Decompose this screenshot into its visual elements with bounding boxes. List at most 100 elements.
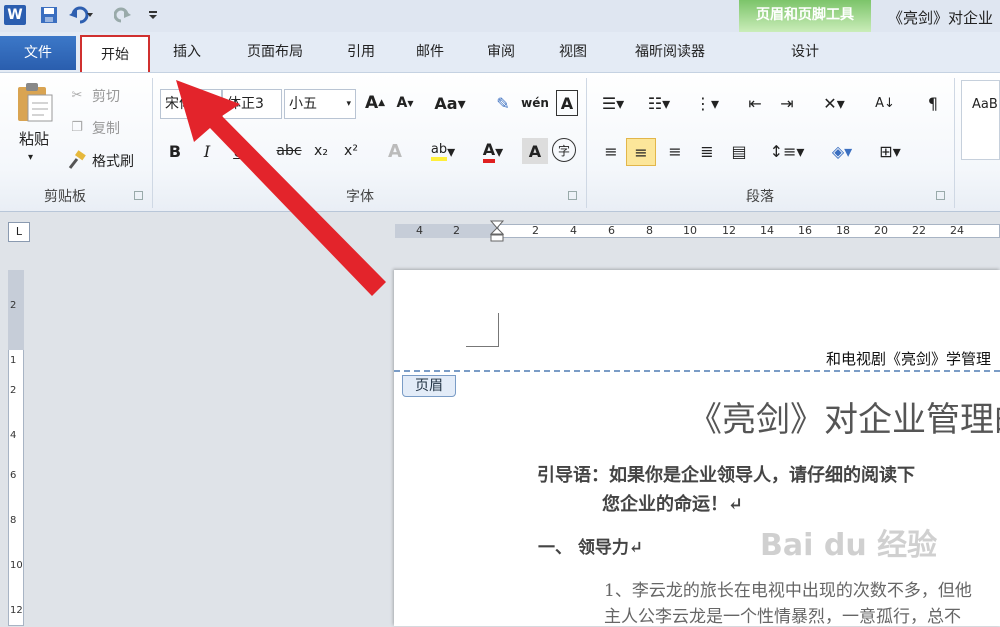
intro-line[interactable]: 引导语：如果你是企业领导人，请仔细的阅读下 bbox=[537, 461, 915, 487]
font-size-combo[interactable]: 小五 ▾ bbox=[284, 89, 356, 119]
tab-foxit-reader[interactable]: 福昕阅读器 bbox=[614, 34, 726, 70]
save-icon[interactable] bbox=[38, 5, 60, 25]
clipboard-launcher-icon[interactable] bbox=[134, 191, 143, 200]
group-divider bbox=[586, 78, 587, 208]
ruler-number: 18 bbox=[836, 224, 850, 237]
subscript-icon[interactable]: x₂ bbox=[308, 138, 334, 164]
increase-indent-icon[interactable]: ⇥ bbox=[774, 90, 800, 116]
underline-icon[interactable]: U bbox=[226, 138, 252, 164]
show-formatting-icon[interactable]: ¶ bbox=[920, 90, 946, 116]
header-boundary bbox=[394, 370, 1000, 372]
ruler-number: 22 bbox=[912, 224, 926, 237]
tab-design[interactable]: 设计 bbox=[739, 34, 871, 70]
tab-view[interactable]: 视图 bbox=[548, 34, 598, 70]
customize-icon[interactable] bbox=[146, 5, 160, 25]
cut-icon[interactable]: ✂ bbox=[66, 85, 88, 105]
paragraph-launcher-icon[interactable] bbox=[936, 191, 945, 200]
ruler-number: 2 bbox=[10, 300, 17, 311]
phonetic-guide-icon[interactable]: wén bbox=[521, 90, 549, 116]
section-heading[interactable]: 一、 领导力↵ bbox=[538, 533, 643, 558]
tab-file[interactable]: 文件 bbox=[0, 36, 76, 70]
ruler-number: 4 bbox=[570, 224, 577, 237]
header-text[interactable]: 和电视剧《亮剑》学管理 bbox=[826, 348, 991, 369]
chinese-layout-icon[interactable]: ✕▾ bbox=[816, 90, 852, 116]
copy-icon[interactable]: ❐ bbox=[66, 117, 88, 137]
ruler-number: 2 bbox=[453, 224, 460, 237]
document-heading[interactable]: 《亮剑》对企业管理的 bbox=[688, 392, 1000, 441]
body-line[interactable]: 主人公李云龙是一个性情暴烈，一意孤行，总不 bbox=[604, 602, 961, 627]
word-app-icon[interactable]: W bbox=[4, 5, 26, 25]
font-launcher-icon[interactable] bbox=[568, 191, 577, 200]
cut-button[interactable]: 剪切 bbox=[92, 86, 120, 106]
ruler-number: 2 bbox=[532, 224, 539, 237]
text-effects-icon[interactable]: A bbox=[382, 138, 408, 164]
tab-home[interactable]: 开始 bbox=[80, 35, 150, 75]
paragraph-group-label: 段落 bbox=[746, 189, 774, 205]
sort-icon[interactable]: A↓ bbox=[872, 90, 898, 116]
character-shading-icon[interactable]: A bbox=[522, 138, 548, 164]
grow-font-icon[interactable]: A ▲ bbox=[362, 90, 388, 116]
highlight-icon[interactable]: ab ▾ bbox=[424, 138, 462, 164]
font-name-combo[interactable]: 宋体 bbox=[160, 89, 222, 119]
header-footer-tools-title: 页眉和页脚工具 bbox=[756, 7, 854, 23]
ruler-margin bbox=[395, 224, 499, 238]
tab-references[interactable]: 引用 bbox=[336, 34, 386, 70]
justify-icon[interactable]: ≣ bbox=[694, 138, 720, 164]
paste-icon[interactable] bbox=[12, 80, 56, 124]
superscript-icon[interactable]: x² bbox=[338, 138, 364, 164]
align-right-icon[interactable]: ≡ bbox=[662, 138, 688, 164]
ruler-number: 2 bbox=[10, 385, 17, 396]
paste-dropdown-icon[interactable]: ▾ bbox=[28, 152, 33, 163]
clear-format-icon[interactable]: ✎ bbox=[490, 90, 516, 116]
strikethrough-icon[interactable]: abc bbox=[274, 138, 304, 164]
bold-icon[interactable]: B bbox=[162, 138, 188, 164]
borders-icon[interactable]: ⊞▾ bbox=[872, 138, 908, 164]
numbering-icon[interactable]: ☷▾ bbox=[642, 90, 676, 116]
copy-button[interactable]: 复制 bbox=[92, 118, 120, 138]
character-border-icon[interactable]: A bbox=[556, 90, 578, 116]
redo-icon[interactable] bbox=[112, 5, 134, 25]
line-spacing-icon[interactable]: ↕≡▾ bbox=[770, 138, 805, 164]
bullets-icon[interactable]: ☰▾ bbox=[596, 90, 630, 116]
tab-review[interactable]: 审阅 bbox=[476, 34, 526, 70]
indent-marker-icon[interactable] bbox=[489, 220, 505, 242]
group-divider bbox=[152, 78, 153, 208]
change-case-icon[interactable]: Aa▾ bbox=[432, 90, 468, 116]
styles-gallery[interactable]: AaB bbox=[961, 80, 1000, 160]
ruler-number: 12 bbox=[10, 605, 23, 616]
format-painter-icon[interactable] bbox=[66, 150, 88, 170]
shading-icon[interactable]: ◈▾ bbox=[824, 138, 860, 164]
tab-insert[interactable]: 插入 bbox=[160, 34, 214, 70]
paste-button[interactable]: 粘贴 bbox=[14, 128, 54, 149]
font-color-icon[interactable]: A ▾ bbox=[474, 138, 512, 164]
ruler-number: 4 bbox=[416, 224, 423, 237]
header-tag: 页眉 bbox=[402, 375, 456, 397]
ruler-number: 6 bbox=[608, 224, 615, 237]
intro-line[interactable]: 您企业的命运！↵ bbox=[602, 490, 743, 516]
clipboard-group-label: 剪贴板 bbox=[44, 189, 86, 205]
crop-mark bbox=[466, 313, 499, 347]
ruler-number: 10 bbox=[10, 560, 23, 571]
body-line[interactable]: 1、李云龙的旅长在电视中出现的次数不多，但他 bbox=[604, 576, 972, 601]
ruler-number: 10 bbox=[683, 224, 697, 237]
undo-icon[interactable] bbox=[66, 5, 96, 25]
align-center-icon[interactable]: ≡ bbox=[626, 138, 656, 166]
chevron-down-icon: ▾ bbox=[346, 99, 351, 109]
italic-icon[interactable]: I bbox=[194, 138, 220, 164]
font-name-tail-text: 体正3 bbox=[227, 96, 264, 112]
tab-selector-button[interactable]: L bbox=[8, 222, 30, 242]
enclose-character-icon[interactable]: 字 bbox=[552, 138, 576, 162]
tab-mailings[interactable]: 邮件 bbox=[405, 34, 455, 70]
window-title: 《亮剑》对企业 bbox=[888, 9, 994, 27]
distributed-icon[interactable]: ▤ bbox=[726, 138, 752, 164]
group-divider bbox=[954, 78, 955, 208]
decrease-indent-icon[interactable]: ⇤ bbox=[742, 90, 768, 116]
align-left-icon[interactable]: ≡ bbox=[598, 138, 624, 164]
multilevel-list-icon[interactable]: ⋮▾ bbox=[690, 90, 724, 116]
style-preview: AaB bbox=[972, 97, 998, 112]
font-name-tail[interactable]: 体正3 bbox=[222, 89, 282, 119]
tab-page-layout[interactable]: 页面布局 bbox=[230, 34, 320, 70]
shrink-font-icon[interactable]: A ▼ bbox=[392, 90, 418, 116]
ruler-number: 6 bbox=[10, 470, 17, 481]
format-painter-button[interactable]: 格式刷 bbox=[92, 151, 134, 171]
